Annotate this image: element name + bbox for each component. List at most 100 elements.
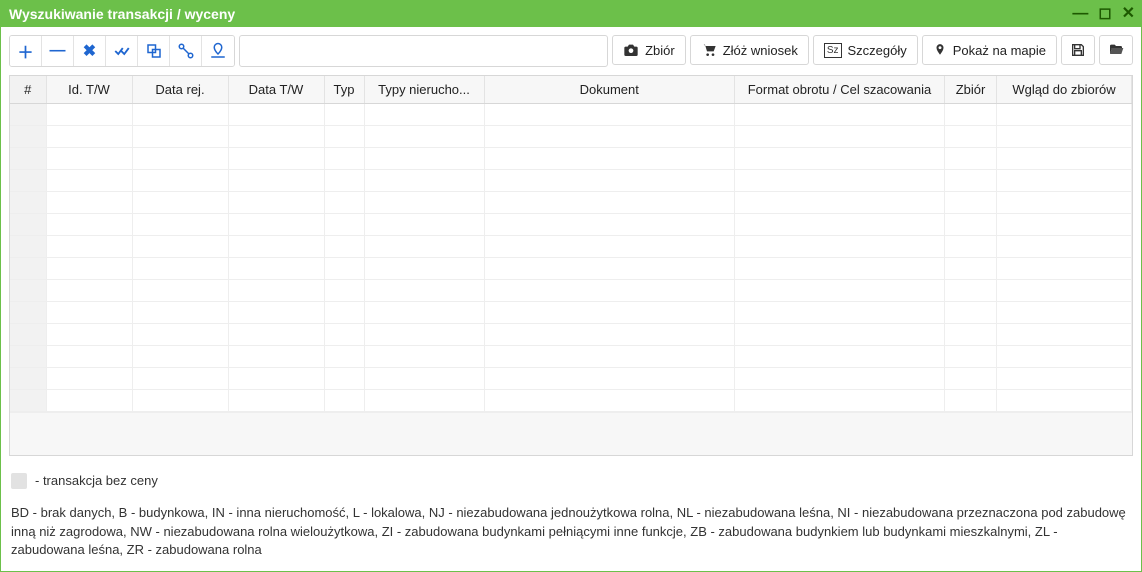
col-data-rej[interactable]: Data rej.	[132, 76, 228, 104]
table-cell	[46, 324, 132, 346]
table-row[interactable]	[10, 148, 1132, 170]
table-cell	[997, 126, 1132, 148]
col-dokument[interactable]: Dokument	[484, 76, 735, 104]
col-id-tw[interactable]: Id. T/W	[46, 76, 132, 104]
table-cell	[46, 192, 132, 214]
table-cell	[10, 346, 46, 368]
table-cell	[10, 148, 46, 170]
legend-codes-text: BD - brak danych, B - budynkowa, IN - in…	[11, 504, 1131, 559]
table-cell	[132, 192, 228, 214]
table-row[interactable]	[10, 170, 1132, 192]
szczegoly-label: Szczegóły	[848, 43, 907, 58]
table-cell	[484, 104, 735, 126]
col-rownum[interactable]: #	[10, 76, 46, 104]
table-row[interactable]	[10, 126, 1132, 148]
table-cell	[228, 148, 324, 170]
table-row[interactable]	[10, 192, 1132, 214]
table-cell	[735, 236, 945, 258]
table-cell	[735, 390, 945, 412]
link-button[interactable]	[170, 36, 202, 66]
pokaz-na-mapie-button[interactable]: Pokaż na mapie	[922, 35, 1057, 65]
zloz-wniosek-button[interactable]: Złóż wniosek	[690, 35, 809, 65]
table-row[interactable]	[10, 258, 1132, 280]
table-cell	[46, 258, 132, 280]
close-icon[interactable]: ✕	[1122, 6, 1135, 22]
col-wglad[interactable]: Wgląd do zbiorów	[997, 76, 1132, 104]
camera-icon	[623, 42, 639, 58]
table-row[interactable]	[10, 368, 1132, 390]
titlebar: Wyszukiwanie transakcji / wyceny — ◻ ✕	[1, 1, 1141, 27]
copy-button[interactable]	[138, 36, 170, 66]
table-cell	[997, 104, 1132, 126]
table-cell	[945, 104, 997, 126]
table-cell	[46, 302, 132, 324]
table-cell	[364, 280, 484, 302]
table-cell	[484, 302, 735, 324]
table-cell	[945, 346, 997, 368]
table-cell	[735, 324, 945, 346]
table-cell	[735, 214, 945, 236]
table-cell	[324, 368, 364, 390]
plus-icon: ＋	[17, 39, 33, 63]
table-row[interactable]	[10, 390, 1132, 412]
map-select-button[interactable]	[202, 36, 234, 66]
table-cell	[10, 236, 46, 258]
table-cell	[10, 126, 46, 148]
table-row[interactable]	[10, 346, 1132, 368]
table-cell	[945, 324, 997, 346]
table-cell	[997, 214, 1132, 236]
col-typ[interactable]: Typ	[324, 76, 364, 104]
x-icon: ✖	[83, 41, 96, 61]
table-cell	[10, 390, 46, 412]
maximize-icon[interactable]: ◻	[1098, 6, 1111, 22]
table-cell	[46, 126, 132, 148]
table-cell	[364, 368, 484, 390]
table-cell	[228, 126, 324, 148]
table-row[interactable]	[10, 214, 1132, 236]
table-row[interactable]	[10, 302, 1132, 324]
table-cell	[364, 390, 484, 412]
table-cell	[364, 170, 484, 192]
open-button[interactable]	[1099, 35, 1133, 65]
table-cell	[364, 126, 484, 148]
table-cell	[735, 280, 945, 302]
clear-button[interactable]: ✖	[74, 36, 106, 66]
add-button[interactable]: ＋	[10, 36, 42, 66]
table-cell	[735, 368, 945, 390]
table-cell	[46, 104, 132, 126]
results-table[interactable]: # Id. T/W Data rej. Data T/W Typ Typy ni…	[10, 76, 1132, 412]
table-cell	[735, 258, 945, 280]
search-input[interactable]	[239, 35, 608, 67]
col-zbior[interactable]: Zbiór	[945, 76, 997, 104]
grid-empty-area	[10, 412, 1132, 455]
zbior-button[interactable]: Zbiór	[612, 35, 686, 65]
table-row[interactable]	[10, 104, 1132, 126]
minimize-icon[interactable]: —	[1072, 6, 1088, 22]
table-cell	[10, 324, 46, 346]
table-cell	[945, 236, 997, 258]
table-cell	[945, 126, 997, 148]
szczegoly-button[interactable]: Sz Szczegóły	[813, 35, 918, 65]
table-row[interactable]	[10, 324, 1132, 346]
table-cell	[484, 258, 735, 280]
col-typy-nieruchomosci[interactable]: Typy nierucho...	[364, 76, 484, 104]
table-cell	[46, 346, 132, 368]
legend-swatch-icon	[11, 473, 27, 489]
table-cell	[132, 302, 228, 324]
table-row[interactable]	[10, 236, 1132, 258]
table-cell	[735, 192, 945, 214]
map-pin-icon	[209, 42, 227, 60]
table-cell	[997, 302, 1132, 324]
table-row[interactable]	[10, 280, 1132, 302]
table-cell	[997, 236, 1132, 258]
save-button[interactable]	[1061, 35, 1095, 65]
col-data-tw[interactable]: Data T/W	[228, 76, 324, 104]
table-cell	[228, 236, 324, 258]
table-cell	[10, 104, 46, 126]
checkall-button[interactable]	[106, 36, 138, 66]
table-cell	[484, 368, 735, 390]
table-cell	[46, 214, 132, 236]
table-cell	[228, 346, 324, 368]
remove-button[interactable]: —	[42, 36, 74, 66]
col-format-cel[interactable]: Format obrotu / Cel szacowania	[735, 76, 945, 104]
